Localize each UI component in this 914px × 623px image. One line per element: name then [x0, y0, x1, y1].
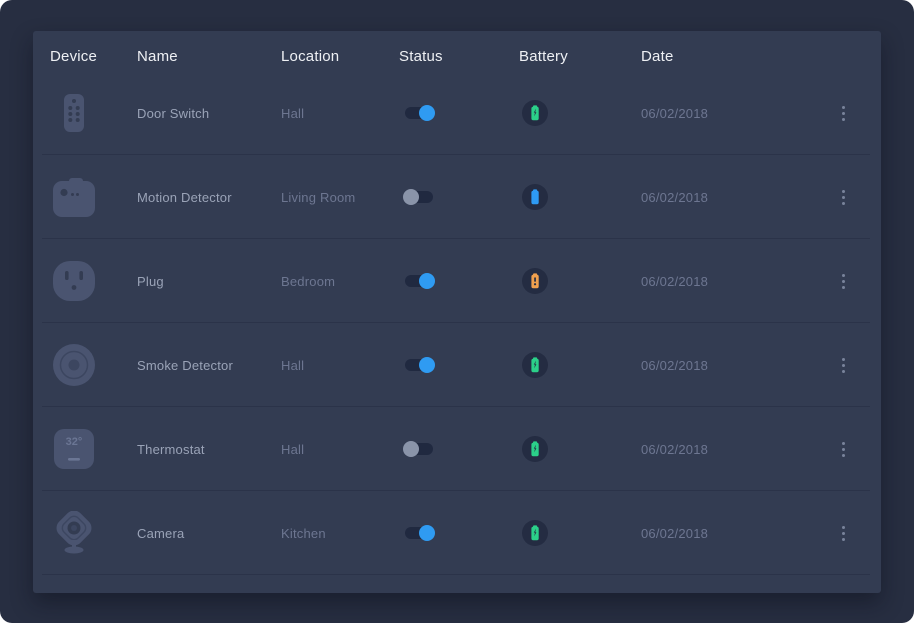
status-toggle[interactable] [405, 527, 433, 539]
device-location: Living Room [281, 190, 399, 205]
status-toggle[interactable] [405, 443, 433, 455]
smoke-detector-icon [52, 343, 96, 387]
row-menu-button[interactable] [833, 352, 853, 379]
device-table: Device Name Location Status Battery Date… [33, 31, 881, 593]
table-row: 32° Thermostat Hall 06/02/2018 [33, 407, 881, 491]
battery-icon [522, 268, 548, 294]
table-header: Device Name Location Status Battery Date [33, 31, 881, 71]
device-date: 06/02/2018 [641, 274, 829, 289]
row-menu-button[interactable] [833, 100, 853, 127]
device-name: Camera [137, 526, 281, 541]
battery-icon [522, 352, 548, 378]
table-row: Motion Detector Living Room 06/02/2018 [33, 155, 881, 239]
row-menu-button[interactable] [833, 184, 853, 211]
status-toggle[interactable] [405, 359, 433, 371]
status-toggle[interactable] [405, 191, 433, 203]
table-row: Smoke Detector Hall 06/02/2018 [33, 323, 881, 407]
row-menu-button[interactable] [833, 268, 853, 295]
remote-icon [52, 91, 96, 135]
battery-icon [522, 436, 548, 462]
battery-icon [522, 184, 548, 210]
motion-detector-icon [52, 175, 96, 219]
device-date: 06/02/2018 [641, 358, 829, 373]
device-name: Smoke Detector [137, 358, 281, 373]
table-row: Door Switch Hall 06/02/2018 [33, 71, 881, 155]
plug-icon [52, 259, 96, 303]
device-name: Motion Detector [137, 190, 281, 205]
svg-text:32°: 32° [66, 436, 83, 448]
device-date: 06/02/2018 [641, 106, 829, 121]
device-name: Thermostat [137, 442, 281, 457]
camera-icon [52, 511, 96, 555]
row-menu-button[interactable] [833, 436, 853, 463]
table-row: Plug Bedroom 06/02/2018 [33, 239, 881, 323]
column-header-status: Status [399, 48, 519, 65]
column-header-location: Location [281, 48, 399, 65]
device-location: Hall [281, 358, 399, 373]
device-name: Door Switch [137, 106, 281, 121]
device-location: Bedroom [281, 274, 399, 289]
device-location: Kitchen [281, 526, 399, 541]
table-row: Camera Kitchen 06/02/2018 [33, 491, 881, 575]
column-header-date: Date [641, 48, 829, 65]
battery-icon [522, 100, 548, 126]
row-menu-button[interactable] [833, 520, 853, 547]
device-date: 06/02/2018 [641, 442, 829, 457]
device-date: 06/02/2018 [641, 526, 829, 541]
device-name: Plug [137, 274, 281, 289]
app-window: Device Name Location Status Battery Date… [0, 0, 914, 623]
thermostat-icon: 32° [52, 427, 96, 471]
device-location: Hall [281, 106, 399, 121]
status-toggle[interactable] [405, 107, 433, 119]
battery-icon [522, 520, 548, 546]
device-location: Hall [281, 442, 399, 457]
device-date: 06/02/2018 [641, 190, 829, 205]
column-header-battery: Battery [519, 48, 641, 65]
table-body: Door Switch Hall 06/02/2018 Motion Detec… [33, 71, 881, 575]
status-toggle[interactable] [405, 275, 433, 287]
column-header-device: Device [50, 48, 137, 65]
column-header-name: Name [137, 48, 281, 65]
